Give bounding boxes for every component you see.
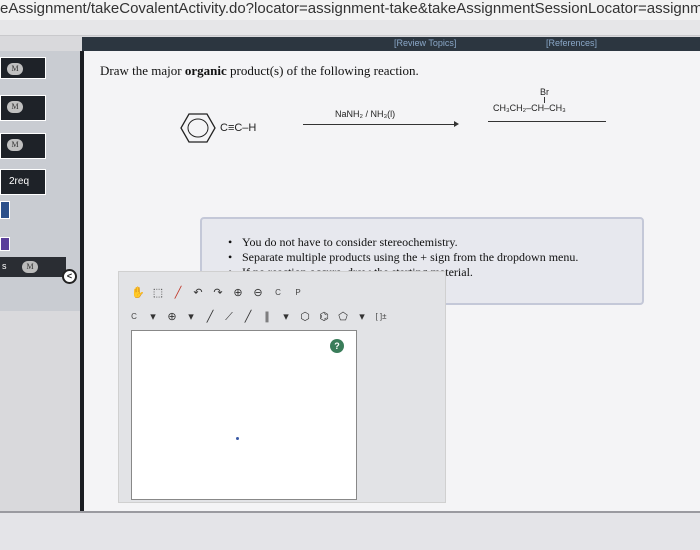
references-link[interactable]: [References] (546, 38, 597, 48)
sidebar-item-s[interactable]: s M (0, 257, 66, 277)
drawing-toolbar: ✋ ⬚ ╱ ↶ ↷ ⊕ ⊖ C P C ▾ ⊕ ▾ ╱ ⟋ ╱ ∥ ▾ ⬡ ⌬ … (119, 272, 447, 328)
double-bond-icon[interactable]: ∥ (260, 310, 274, 324)
sidebar-item-5[interactable] (0, 237, 10, 251)
chevron-down-icon[interactable]: ▾ (146, 310, 160, 324)
wedge-bond-icon[interactable]: ⟋ (222, 310, 236, 324)
toolbar-row-1: ✋ ⬚ ╱ ↶ ↷ ⊕ ⊖ C P (131, 282, 305, 304)
sidebar-item-label: s (2, 261, 7, 271)
question-prefix: Draw the major (100, 63, 185, 78)
single-bond-icon[interactable]: ╱ (203, 310, 217, 324)
charge-plus-icon[interactable]: ⊕ (165, 310, 179, 324)
hexagon-ring-icon[interactable]: ⬡ (298, 310, 312, 324)
chevron-down-icon[interactable]: ▾ (355, 310, 369, 324)
bottom-strip (0, 511, 700, 550)
atom-selector[interactable]: C (127, 310, 141, 324)
benzene-ring-icon (180, 113, 216, 143)
sidebar-item-2req[interactable]: 2req (0, 169, 46, 195)
paste-p-button[interactable]: P (291, 286, 305, 300)
chevron-down-icon[interactable]: ▾ (184, 310, 198, 324)
review-topics-link[interactable]: [Review Topics] (394, 38, 456, 48)
instruction-item: You do not have to consider stereochemis… (228, 235, 578, 250)
second-reagent-label: CH₃CH₂–CH–CH₃ (493, 103, 566, 113)
sidebar-item-1[interactable]: M (0, 57, 46, 79)
bromine-label: Br (540, 87, 549, 97)
sidebar-item-label: 2req (9, 176, 30, 187)
hand-icon[interactable]: ✋ (131, 286, 145, 300)
sidebar-item-4[interactable] (0, 201, 10, 219)
reaction-arrow-1 (303, 121, 459, 127)
toolbar-row-2: C ▾ ⊕ ▾ ╱ ⟋ ╱ ∥ ▾ ⬡ ⌬ ⬠ ▾ [ ]± (127, 308, 388, 326)
redo-icon[interactable]: ↷ (211, 286, 225, 300)
address-bar[interactable]: eAssignment/takeCovalentActivity.do?loca… (0, 0, 700, 20)
benzene-template-icon[interactable]: ⌬ (317, 310, 331, 324)
reaction-arrow-2 (488, 121, 606, 122)
question-text: Draw the major organic product(s) of the… (100, 63, 419, 79)
header-bar: [Review Topics] [References] (82, 37, 700, 51)
m-badge-icon: M (7, 63, 23, 75)
canvas-cursor-dot (236, 437, 239, 440)
m-badge-icon: M (7, 101, 23, 113)
drawing-canvas[interactable]: ? (131, 330, 357, 500)
bracket-button[interactable]: [ ]± (374, 310, 388, 324)
reactant-chain: C≡C–H (220, 122, 257, 134)
copy-c-button[interactable]: C (271, 286, 285, 300)
undo-icon[interactable]: ↶ (191, 286, 205, 300)
sidebar-item-2[interactable]: M (0, 95, 46, 121)
chevron-down-icon[interactable]: ▾ (279, 310, 293, 324)
bold-bond-icon[interactable]: ╱ (241, 310, 255, 324)
question-bold: organic (184, 63, 227, 78)
help-icon[interactable]: ? (330, 339, 344, 353)
zoom-out-icon[interactable]: ⊖ (251, 286, 265, 300)
m-badge-icon: M (22, 261, 38, 273)
eraser-icon[interactable]: ╱ (171, 286, 185, 300)
collapse-sidebar-icon[interactable]: < (62, 269, 77, 284)
reagent-label: NaNH₂ / NH₃(l) (335, 109, 396, 119)
zoom-in-icon[interactable]: ⊕ (231, 286, 245, 300)
sidebar-item-3[interactable]: M (0, 133, 46, 159)
m-badge-icon: M (7, 139, 23, 151)
question-suffix: product(s) of the following reaction. (226, 63, 419, 78)
pentagon-ring-icon[interactable]: ⬠ (336, 310, 350, 324)
lasso-icon[interactable]: ⬚ (151, 286, 165, 300)
instruction-item: Separate multiple products using the + s… (228, 250, 578, 265)
toolbar-strip (0, 20, 700, 36)
structure-drawing-tool: ✋ ⬚ ╱ ↶ ↷ ⊕ ⊖ C P C ▾ ⊕ ▾ ╱ ⟋ ╱ ∥ ▾ ⬡ ⌬ … (118, 271, 446, 503)
